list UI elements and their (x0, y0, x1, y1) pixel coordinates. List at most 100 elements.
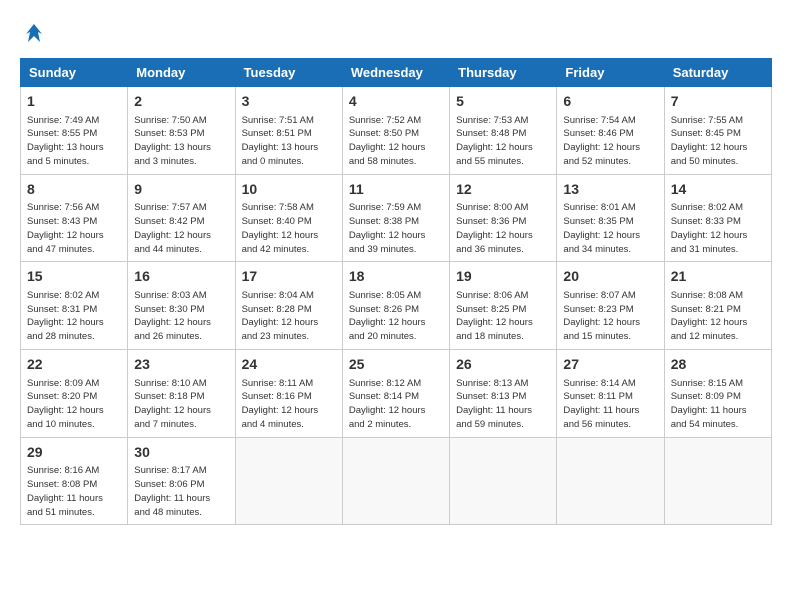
calendar-cell: 9Sunrise: 7:57 AM Sunset: 8:42 PM Daylig… (128, 174, 235, 262)
day-info: Sunrise: 8:10 AM Sunset: 8:18 PM Dayligh… (134, 377, 228, 432)
day-number: 25 (349, 355, 443, 375)
day-info: Sunrise: 8:15 AM Sunset: 8:09 PM Dayligh… (671, 377, 765, 432)
day-info: Sunrise: 7:50 AM Sunset: 8:53 PM Dayligh… (134, 114, 228, 169)
day-number: 21 (671, 267, 765, 287)
day-info: Sunrise: 8:14 AM Sunset: 8:11 PM Dayligh… (563, 377, 657, 432)
page-header (20, 20, 772, 48)
day-number: 12 (456, 180, 550, 200)
day-number: 7 (671, 92, 765, 112)
day-info: Sunrise: 8:16 AM Sunset: 8:08 PM Dayligh… (27, 464, 121, 519)
calendar-cell: 2Sunrise: 7:50 AM Sunset: 8:53 PM Daylig… (128, 87, 235, 175)
day-number: 14 (671, 180, 765, 200)
calendar-cell: 17Sunrise: 8:04 AM Sunset: 8:28 PM Dayli… (235, 262, 342, 350)
day-info: Sunrise: 7:53 AM Sunset: 8:48 PM Dayligh… (456, 114, 550, 169)
calendar-cell: 12Sunrise: 8:00 AM Sunset: 8:36 PM Dayli… (450, 174, 557, 262)
calendar-week-row: 29Sunrise: 8:16 AM Sunset: 8:08 PM Dayli… (21, 437, 772, 525)
day-info: Sunrise: 7:54 AM Sunset: 8:46 PM Dayligh… (563, 114, 657, 169)
day-info: Sunrise: 8:00 AM Sunset: 8:36 PM Dayligh… (456, 201, 550, 256)
day-info: Sunrise: 8:02 AM Sunset: 8:33 PM Dayligh… (671, 201, 765, 256)
weekday-header: Sunday (21, 59, 128, 87)
calendar-cell: 28Sunrise: 8:15 AM Sunset: 8:09 PM Dayli… (664, 349, 771, 437)
day-info: Sunrise: 7:52 AM Sunset: 8:50 PM Dayligh… (349, 114, 443, 169)
day-number: 18 (349, 267, 443, 287)
weekday-header: Tuesday (235, 59, 342, 87)
day-info: Sunrise: 8:08 AM Sunset: 8:21 PM Dayligh… (671, 289, 765, 344)
day-info: Sunrise: 7:49 AM Sunset: 8:55 PM Dayligh… (27, 114, 121, 169)
day-number: 26 (456, 355, 550, 375)
weekday-header: Thursday (450, 59, 557, 87)
calendar-cell: 30Sunrise: 8:17 AM Sunset: 8:06 PM Dayli… (128, 437, 235, 525)
day-number: 13 (563, 180, 657, 200)
day-number: 28 (671, 355, 765, 375)
day-info: Sunrise: 7:56 AM Sunset: 8:43 PM Dayligh… (27, 201, 121, 256)
weekday-header: Monday (128, 59, 235, 87)
day-info: Sunrise: 8:13 AM Sunset: 8:13 PM Dayligh… (456, 377, 550, 432)
calendar-cell: 13Sunrise: 8:01 AM Sunset: 8:35 PM Dayli… (557, 174, 664, 262)
calendar-cell: 3Sunrise: 7:51 AM Sunset: 8:51 PM Daylig… (235, 87, 342, 175)
calendar-cell (557, 437, 664, 525)
day-info: Sunrise: 8:12 AM Sunset: 8:14 PM Dayligh… (349, 377, 443, 432)
day-info: Sunrise: 8:07 AM Sunset: 8:23 PM Dayligh… (563, 289, 657, 344)
calendar-cell (664, 437, 771, 525)
day-info: Sunrise: 8:17 AM Sunset: 8:06 PM Dayligh… (134, 464, 228, 519)
day-number: 29 (27, 443, 121, 463)
calendar-week-row: 15Sunrise: 8:02 AM Sunset: 8:31 PM Dayli… (21, 262, 772, 350)
calendar-week-row: 8Sunrise: 7:56 AM Sunset: 8:43 PM Daylig… (21, 174, 772, 262)
calendar-cell: 20Sunrise: 8:07 AM Sunset: 8:23 PM Dayli… (557, 262, 664, 350)
calendar-cell: 10Sunrise: 7:58 AM Sunset: 8:40 PM Dayli… (235, 174, 342, 262)
calendar-cell: 11Sunrise: 7:59 AM Sunset: 8:38 PM Dayli… (342, 174, 449, 262)
calendar-cell: 7Sunrise: 7:55 AM Sunset: 8:45 PM Daylig… (664, 87, 771, 175)
day-number: 30 (134, 443, 228, 463)
day-number: 6 (563, 92, 657, 112)
day-number: 20 (563, 267, 657, 287)
calendar-week-row: 1Sunrise: 7:49 AM Sunset: 8:55 PM Daylig… (21, 87, 772, 175)
day-number: 15 (27, 267, 121, 287)
weekday-header: Saturday (664, 59, 771, 87)
calendar-cell: 15Sunrise: 8:02 AM Sunset: 8:31 PM Dayli… (21, 262, 128, 350)
day-info: Sunrise: 8:01 AM Sunset: 8:35 PM Dayligh… (563, 201, 657, 256)
calendar-cell: 29Sunrise: 8:16 AM Sunset: 8:08 PM Dayli… (21, 437, 128, 525)
calendar-cell (450, 437, 557, 525)
day-info: Sunrise: 8:02 AM Sunset: 8:31 PM Dayligh… (27, 289, 121, 344)
calendar-cell: 24Sunrise: 8:11 AM Sunset: 8:16 PM Dayli… (235, 349, 342, 437)
day-info: Sunrise: 7:57 AM Sunset: 8:42 PM Dayligh… (134, 201, 228, 256)
day-number: 11 (349, 180, 443, 200)
calendar-cell: 23Sunrise: 8:10 AM Sunset: 8:18 PM Dayli… (128, 349, 235, 437)
calendar-cell (235, 437, 342, 525)
calendar-cell: 4Sunrise: 7:52 AM Sunset: 8:50 PM Daylig… (342, 87, 449, 175)
day-number: 24 (242, 355, 336, 375)
day-number: 2 (134, 92, 228, 112)
day-number: 10 (242, 180, 336, 200)
weekday-header: Wednesday (342, 59, 449, 87)
logo (20, 20, 52, 48)
calendar-cell: 14Sunrise: 8:02 AM Sunset: 8:33 PM Dayli… (664, 174, 771, 262)
day-info: Sunrise: 8:06 AM Sunset: 8:25 PM Dayligh… (456, 289, 550, 344)
calendar-cell: 16Sunrise: 8:03 AM Sunset: 8:30 PM Dayli… (128, 262, 235, 350)
calendar-table: SundayMondayTuesdayWednesdayThursdayFrid… (20, 58, 772, 525)
logo-icon (20, 20, 48, 48)
calendar-cell: 19Sunrise: 8:06 AM Sunset: 8:25 PM Dayli… (450, 262, 557, 350)
day-number: 4 (349, 92, 443, 112)
calendar-cell: 26Sunrise: 8:13 AM Sunset: 8:13 PM Dayli… (450, 349, 557, 437)
calendar-header-row: SundayMondayTuesdayWednesdayThursdayFrid… (21, 59, 772, 87)
day-number: 5 (456, 92, 550, 112)
day-number: 19 (456, 267, 550, 287)
day-info: Sunrise: 7:51 AM Sunset: 8:51 PM Dayligh… (242, 114, 336, 169)
calendar-cell: 22Sunrise: 8:09 AM Sunset: 8:20 PM Dayli… (21, 349, 128, 437)
day-number: 8 (27, 180, 121, 200)
day-number: 3 (242, 92, 336, 112)
day-info: Sunrise: 8:05 AM Sunset: 8:26 PM Dayligh… (349, 289, 443, 344)
calendar-cell: 1Sunrise: 7:49 AM Sunset: 8:55 PM Daylig… (21, 87, 128, 175)
calendar-cell: 6Sunrise: 7:54 AM Sunset: 8:46 PM Daylig… (557, 87, 664, 175)
day-info: Sunrise: 8:09 AM Sunset: 8:20 PM Dayligh… (27, 377, 121, 432)
day-number: 27 (563, 355, 657, 375)
calendar-cell (342, 437, 449, 525)
weekday-header: Friday (557, 59, 664, 87)
day-number: 22 (27, 355, 121, 375)
calendar-cell: 18Sunrise: 8:05 AM Sunset: 8:26 PM Dayli… (342, 262, 449, 350)
day-info: Sunrise: 8:11 AM Sunset: 8:16 PM Dayligh… (242, 377, 336, 432)
day-info: Sunrise: 8:04 AM Sunset: 8:28 PM Dayligh… (242, 289, 336, 344)
day-number: 9 (134, 180, 228, 200)
day-number: 1 (27, 92, 121, 112)
day-number: 23 (134, 355, 228, 375)
